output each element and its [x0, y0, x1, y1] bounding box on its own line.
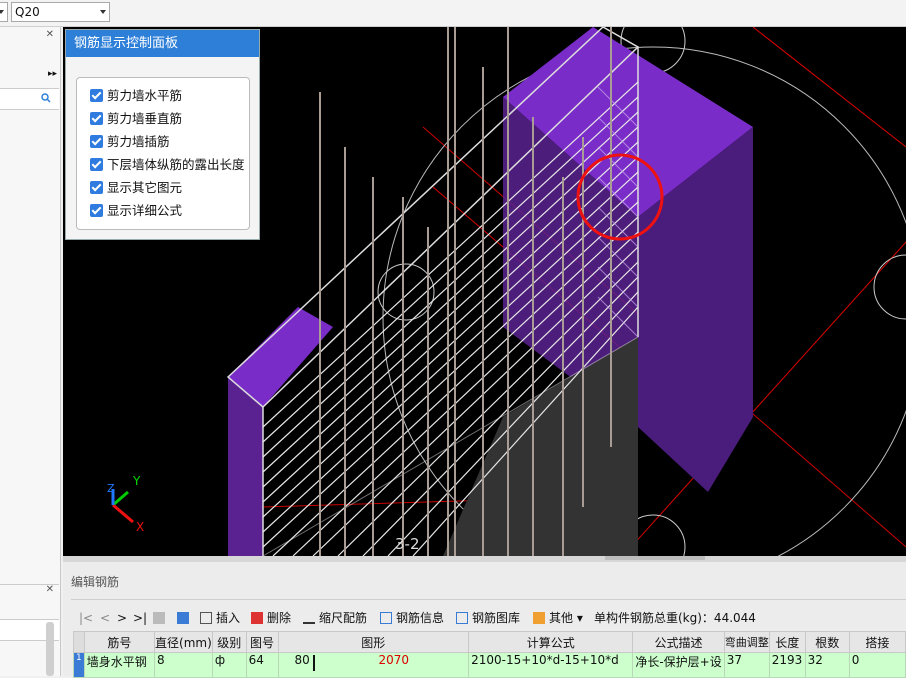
col-header[interactable]: 图形	[277, 631, 470, 653]
cell-lap[interactable]: 0	[848, 652, 906, 678]
col-header[interactable]: 级别	[211, 631, 247, 653]
left-dropdown[interactable]	[0, 2, 8, 22]
table-header: 筋号 直径(mm) 级别 图号 图形 计算公式 公式描述 弯曲调整 长度 根数 …	[73, 631, 906, 653]
move-down-icon	[177, 612, 189, 624]
checkbox-icon[interactable]	[90, 158, 103, 171]
info-icon	[380, 612, 392, 624]
cell-length[interactable]: 2193	[768, 652, 806, 678]
search-icon[interactable]	[41, 93, 51, 103]
nav-last-button[interactable]: >|	[133, 610, 147, 626]
other-menu-button[interactable]: 其他 ▾	[533, 610, 583, 626]
move-down-button[interactable]	[177, 610, 193, 626]
chevron-down-icon	[0, 10, 4, 14]
checkbox-icon[interactable]	[90, 112, 103, 125]
shape-length-value: 2070	[378, 653, 410, 668]
library-icon	[456, 612, 468, 624]
cell-figure-no[interactable]: 64	[245, 652, 279, 678]
cell-description[interactable]: 净长-保护层+设	[632, 652, 725, 678]
panel-title: 编辑钢筋	[71, 575, 120, 589]
splitter-handle[interactable]	[605, 556, 705, 560]
cell-count[interactable]: 32	[804, 652, 850, 678]
insert-icon	[200, 612, 212, 624]
expand-icon[interactable]: ▸▸	[48, 69, 57, 79]
col-header[interactable]: 根数	[804, 631, 850, 653]
scale-rebar-button[interactable]: 缩尺配筋	[303, 610, 367, 626]
rebar-display-panel: 钢筋显示控制面板 剪力墙水平筋 剪力墙垂直筋 剪力墙插筋 下层墙体纵筋的露出长度…	[65, 29, 260, 240]
col-header[interactable]: 直径(mm)	[153, 631, 213, 653]
option-wall-dowel[interactable]: 剪力墙插筋	[90, 134, 170, 152]
axis-z-label: Z	[107, 482, 115, 495]
move-up-button[interactable]	[153, 610, 169, 626]
col-header[interactable]: 图号	[245, 631, 279, 653]
ruler-icon	[303, 610, 315, 624]
col-header[interactable]: 筋号	[83, 631, 155, 653]
insert-button[interactable]: 插入	[200, 610, 240, 626]
total-weight: 单构件钢筋总重(kg)：44.044	[594, 611, 756, 625]
option-wall-vertical[interactable]: 剪力墙垂直筋	[90, 111, 182, 129]
col-header[interactable]: 搭接	[848, 631, 906, 653]
checkbox-icon[interactable]	[90, 89, 103, 102]
rebar-table: 筋号 直径(mm) 级别 图号 图形 计算公式 公式描述 弯曲调整 长度 根数 …	[73, 631, 906, 678]
shape-left-hook	[312, 655, 315, 671]
table-row[interactable]: 1 墙身水平钢 8 ф 64 80 2070 80 2100-15+10*d-1…	[73, 652, 906, 678]
left-pane: ✕ ▸▸ ✕	[0, 27, 61, 676]
other-icon	[533, 612, 545, 624]
delete-button[interactable]: 删除	[251, 610, 291, 626]
viewport-label: 3-2	[395, 535, 420, 553]
nav-first-button[interactable]: |<	[79, 610, 93, 626]
nav-prev-button[interactable]: <	[100, 610, 110, 626]
close-icon[interactable]: ✕	[46, 29, 54, 40]
option-lower-exposed[interactable]: 下层墙体纵筋的露出长度	[90, 157, 245, 175]
delete-icon	[251, 612, 263, 624]
checkbox-icon[interactable]	[90, 181, 103, 194]
rebar-info-button[interactable]: 钢筋信息	[380, 610, 444, 626]
col-header[interactable]: 弯曲调整	[723, 631, 770, 653]
cell-formula[interactable]: 2100-15+10*d-15+10*d	[468, 652, 634, 678]
close-icon[interactable]: ✕	[46, 584, 54, 595]
col-header[interactable]: 公式描述	[632, 631, 725, 653]
rebar-toolbar: |< < > >| 插入 删除 缩尺配筋 钢筋信息 钢筋图库 其他 ▾ 单构件钢…	[73, 606, 906, 630]
component-combo[interactable]: Q20	[11, 2, 110, 22]
component-combo-value: Q20	[15, 5, 40, 19]
cell-grade[interactable]: ф	[211, 652, 247, 678]
nav-next-button[interactable]: >	[117, 610, 127, 626]
move-up-icon	[153, 612, 165, 624]
axis-y-label: Y	[133, 474, 141, 488]
option-detailed-formula[interactable]: 显示详细公式	[90, 203, 182, 221]
cell-shape[interactable]: 80 2070 80	[277, 652, 470, 678]
options-box: 剪力墙水平筋 剪力墙垂直筋 剪力墙插筋 下层墙体纵筋的露出长度 显示其它图元 显…	[76, 77, 250, 230]
panel-title: 钢筋显示控制面板	[66, 30, 259, 57]
row-index[interactable]: 1	[73, 652, 85, 678]
checkbox-icon[interactable]	[90, 204, 103, 217]
cell-bend[interactable]: 37	[723, 652, 770, 678]
col-header[interactable]: 长度	[768, 631, 806, 653]
rebar-library-button[interactable]: 钢筋图库	[456, 610, 520, 626]
scrollbar[interactable]	[46, 622, 54, 676]
cell-diameter[interactable]: 8	[153, 652, 213, 678]
divider	[71, 599, 906, 600]
col-header[interactable]: 计算公式	[468, 631, 634, 653]
cell-name[interactable]: 墙身水平钢	[83, 652, 155, 678]
checkbox-icon[interactable]	[90, 135, 103, 148]
chevron-down-icon	[100, 10, 106, 14]
top-toolbar: Q20	[0, 0, 906, 27]
row-header-corner	[73, 631, 85, 653]
option-other-elements[interactable]: 显示其它图元	[90, 180, 182, 198]
shape-left-value: 80	[294, 653, 310, 668]
option-wall-horizontal[interactable]: 剪力墙水平筋	[90, 88, 182, 106]
axis-x-label: X	[136, 520, 145, 534]
